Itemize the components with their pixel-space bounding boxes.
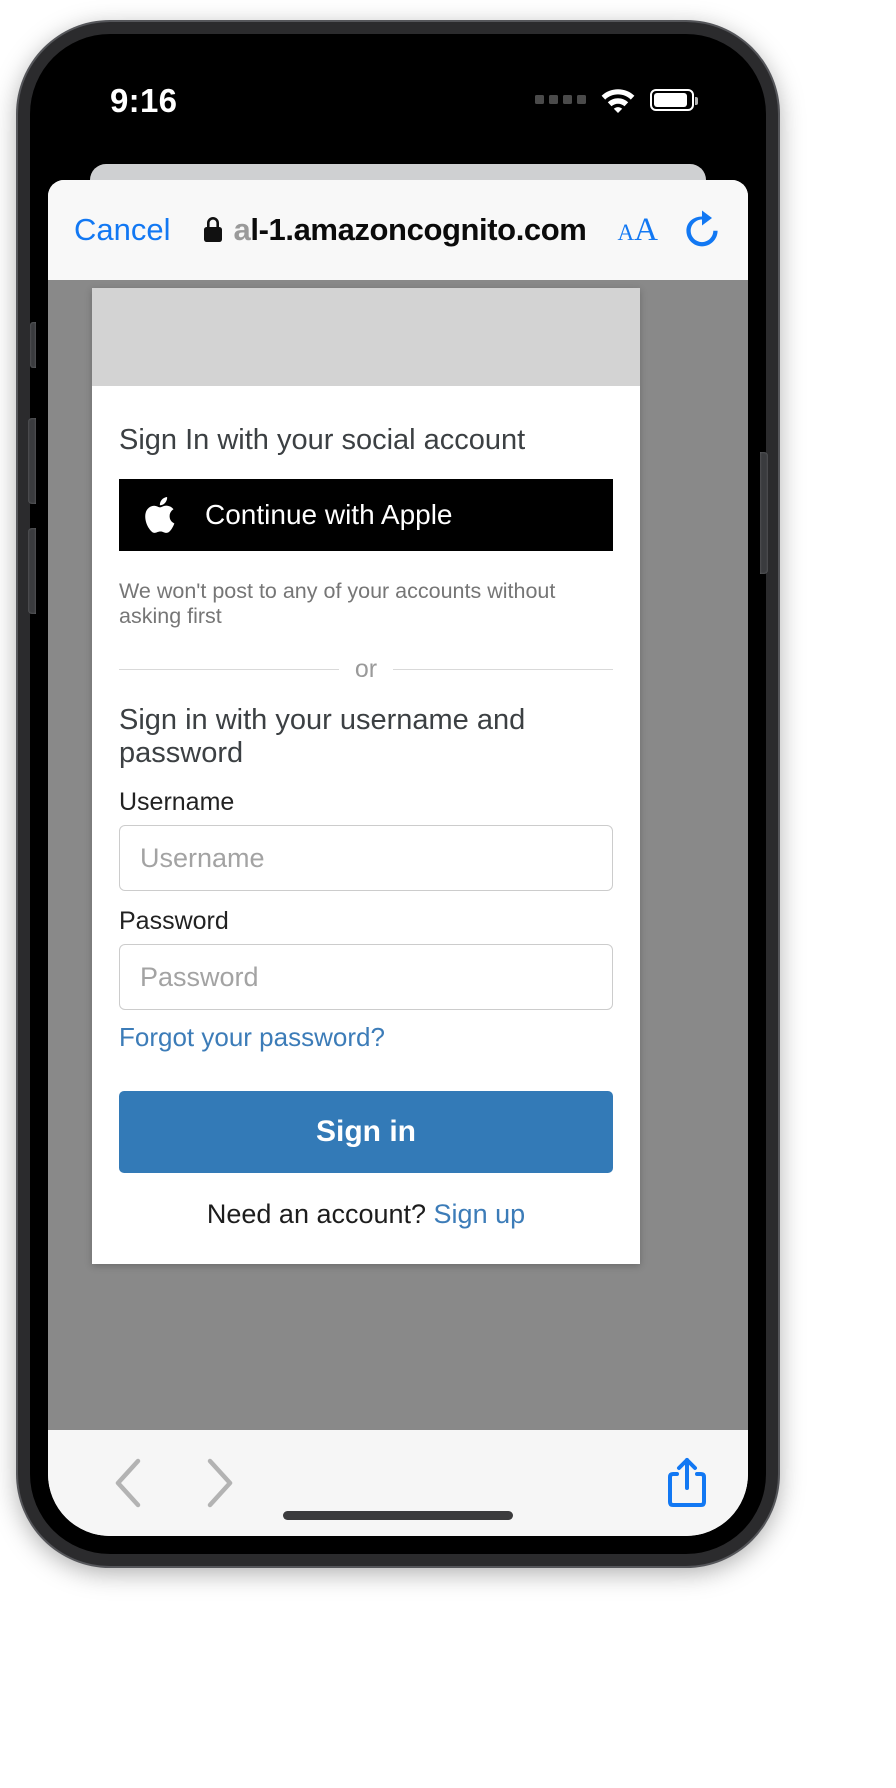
battery-fill [654,92,687,107]
or-divider: or [119,655,614,684]
username-input[interactable] [119,825,613,891]
web-content-area: Sign In with your social account Continu… [48,280,748,1430]
username-password-heading: Sign in with your username and password [119,704,526,769]
url-text: al-1.amazoncognito.com [234,212,587,248]
url-bar[interactable]: al-1.amazoncognito.com [179,212,610,248]
chevron-right-icon[interactable] [174,1458,266,1508]
signal-dots-icon [535,95,586,104]
phone-screen: 9:16 Cancel al-1.amazoncognito.com AA Si… [48,52,748,1536]
aa-big-letter: A [634,211,658,248]
text-size-button[interactable]: AA [618,212,658,249]
continue-with-apple-label: Continue with Apple [205,499,453,530]
aa-small-letter: A [617,219,635,245]
power-button[interactable] [760,452,768,574]
reload-icon[interactable] [682,208,722,252]
continue-with-apple-button[interactable]: Continue with Apple [119,479,613,551]
url-host: l-1.amazoncognito.com [250,212,587,247]
social-disclaimer-text: We won't post to any of your accounts wi… [119,579,556,628]
battery-icon [650,88,698,111]
lock-icon [202,216,224,244]
status-bar-indicators [535,86,698,113]
cognito-form-body: Sign In with your social account Continu… [92,386,640,1264]
notch [248,52,548,86]
home-indicator [283,1511,513,1520]
sign-up-link[interactable]: Sign up [434,1199,526,1229]
browser-bottom-toolbar [48,1430,748,1536]
volume-up-button[interactable] [28,418,36,504]
password-label: Password [119,907,229,935]
chevron-left-icon[interactable] [82,1458,174,1508]
sign-in-button[interactable]: Sign in [119,1091,613,1173]
status-bar-time: 9:16 [110,82,178,119]
silent-switch[interactable] [30,322,36,368]
cancel-button[interactable]: Cancel [74,212,171,248]
phone-frame: 9:16 Cancel al-1.amazoncognito.com AA Si… [18,22,778,1566]
share-icon[interactable] [666,1457,708,1509]
divider-rule-right [393,669,614,670]
volume-down-button[interactable] [28,528,36,614]
password-input[interactable] [119,944,613,1010]
forgot-password-link[interactable]: Forgot your password? [119,1022,385,1053]
browser-toolbar: Cancel al-1.amazoncognito.com AA [48,180,748,280]
social-signin-heading: Sign In with your social account [119,424,526,456]
signup-prompt-text: Need an account? [206,1199,434,1229]
url-dim-prefix: a [233,212,251,247]
apple-logo-icon [119,494,205,536]
divider-rule-left [119,669,339,670]
username-label: Username [119,788,235,816]
status-bar: 9:16 [48,52,748,160]
signup-row: Need an account? Sign up [119,1199,613,1230]
cognito-signin-card: Sign In with your social account Continu… [92,288,640,1264]
cognito-banner [92,288,640,386]
in-app-browser-sheet: Cancel al-1.amazoncognito.com AA Sign In… [48,180,748,1536]
wifi-icon [600,86,636,113]
or-label: or [354,655,378,683]
